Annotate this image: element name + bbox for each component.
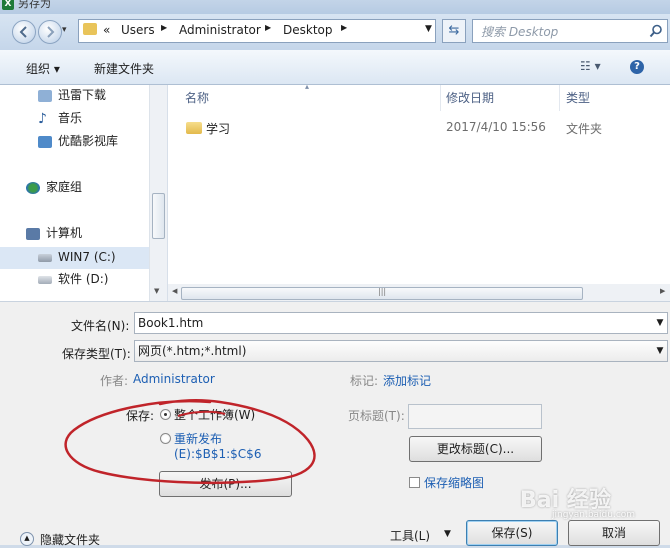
sidebar-item-label: 迅雷下载: [58, 88, 107, 102]
computer-icon: [26, 227, 40, 240]
navigation-pane: 迅雷下载 ♪ 音乐 优酷影视库 家庭组 计算机 WIN7 (C:) 软件 (D:): [0, 85, 166, 301]
folder-icon: [83, 23, 97, 35]
annotation-circle: [64, 399, 316, 485]
hide-folders-button[interactable]: 隐藏文件夹: [40, 531, 100, 548]
sidebar-item-thunder-download[interactable]: 迅雷下载: [38, 85, 106, 105]
sidebar-item-youku[interactable]: 优酷影视库: [38, 131, 118, 151]
file-name: 学习: [206, 122, 231, 136]
author-label: 作者:: [100, 374, 129, 388]
new-folder-button[interactable]: 新建文件夹: [94, 60, 154, 77]
scrollbar-thumb[interactable]: |||: [181, 287, 583, 300]
title-bar: [0, 0, 670, 14]
forward-arrow-icon: [47, 26, 55, 38]
recent-pages-icon[interactable]: ▾: [62, 25, 67, 35]
file-date: 2017/4/10 15:56: [446, 120, 546, 134]
column-header-date[interactable]: 修改日期: [446, 85, 494, 111]
refresh-icon: ⇆: [448, 23, 460, 38]
scroll-left-icon[interactable]: ◀: [172, 287, 177, 295]
organize-button[interactable]: 组织 ▾: [26, 60, 60, 77]
chevron-down-icon[interactable]: ▼: [655, 313, 665, 333]
watermark-url: jingyan.baidu.com: [552, 510, 636, 520]
sidebar-item-label: WIN7 (C:): [58, 250, 116, 264]
file-type: 文件夹: [566, 122, 603, 136]
tools-menu[interactable]: 工具(L): [390, 527, 430, 544]
filetype-label: 保存类型(T):: [62, 347, 131, 361]
cancel-button[interactable]: 取消: [568, 520, 660, 546]
chevron-right-icon[interactable]: ▶: [265, 23, 271, 32]
view-options-icon[interactable]: ☷ ▾: [580, 59, 601, 73]
address-segment-administrator[interactable]: Administrator: [179, 23, 261, 37]
filetype-value: 网页(*.htm;*.html): [138, 344, 247, 358]
excel-icon: X: [2, 0, 14, 10]
page-title-field[interactable]: [408, 404, 542, 429]
window-title: 另存为: [18, 0, 51, 10]
navigation-scrollbar[interactable]: ▼: [149, 85, 167, 301]
column-header-type[interactable]: 类型: [566, 85, 590, 111]
sidebar-item-label: 优酷影视库: [58, 134, 119, 148]
tools-dropdown-icon[interactable]: ▼: [444, 529, 451, 539]
grip-icon: |||: [378, 287, 387, 296]
chevron-down-icon[interactable]: ▼: [655, 341, 665, 361]
filename-label: 文件名(N):: [71, 319, 130, 333]
folder-icon: [186, 122, 202, 134]
drive-icon: [38, 275, 52, 284]
search-icon[interactable]: [649, 24, 663, 38]
sidebar-item-label: 家庭组: [46, 180, 83, 194]
page-title-label: 页标题(T):: [348, 409, 405, 423]
column-divider[interactable]: [559, 85, 560, 111]
sidebar-item-label: 软件 (D:): [58, 272, 109, 286]
tags-label: 标记:: [350, 374, 379, 388]
column-header-name[interactable]: 名称: [185, 85, 209, 111]
search-input[interactable]: 搜索 Desktop: [481, 23, 558, 40]
address-overflow[interactable]: «: [103, 23, 110, 37]
save-button[interactable]: 保存(S): [466, 520, 558, 546]
drive-icon: [38, 253, 52, 262]
scroll-right-icon[interactable]: ▶: [660, 287, 665, 295]
chevron-right-icon[interactable]: ▶: [341, 23, 347, 32]
address-segment-desktop[interactable]: Desktop: [283, 23, 333, 37]
author-value[interactable]: Administrator: [133, 372, 215, 386]
help-icon[interactable]: ?: [630, 60, 644, 74]
sidebar-item-computer[interactable]: 计算机: [26, 223, 82, 243]
sidebar-item-label: 音乐: [58, 111, 83, 125]
sort-ascending-icon: ▴: [305, 82, 310, 91]
search-box[interactable]: 搜索 Desktop: [472, 19, 668, 43]
address-segment-users[interactable]: Users: [121, 23, 155, 37]
change-title-button[interactable]: 更改标题(C)...: [409, 436, 542, 462]
sidebar-item-music[interactable]: ♪ 音乐: [38, 108, 82, 128]
filename-value: Book1.htm: [138, 316, 204, 330]
tags-link[interactable]: 添加标记: [383, 372, 431, 389]
sidebar-item-label: 计算机: [46, 226, 83, 240]
scrollbar-thumb[interactable]: [152, 193, 165, 239]
chevron-right-icon[interactable]: ▶: [161, 23, 167, 32]
forward-button[interactable]: [38, 20, 62, 44]
sidebar-item-drive-c[interactable]: WIN7 (C:): [38, 247, 116, 267]
scroll-down-icon[interactable]: ▼: [154, 287, 159, 295]
refresh-button[interactable]: ⇆: [442, 19, 466, 43]
address-bar[interactable]: « Users ▶ Administrator ▶ Desktop ▶ ▼: [78, 19, 436, 43]
back-arrow-icon: [19, 26, 27, 38]
column-divider[interactable]: [440, 85, 441, 111]
save-thumbnail-checkbox[interactable]: [409, 477, 420, 488]
homegroup-icon: [26, 181, 40, 194]
save-thumbnail-label[interactable]: 保存缩略图: [424, 474, 484, 491]
sidebar-item-homegroup[interactable]: 家庭组: [26, 177, 82, 197]
video-library-icon: [38, 135, 52, 148]
filetype-select[interactable]: 网页(*.htm;*.html) ▼: [134, 340, 668, 362]
back-button[interactable]: [12, 20, 36, 44]
address-dropdown-icon[interactable]: ▼: [425, 24, 432, 34]
filename-field[interactable]: Book1.htm ▼: [134, 312, 668, 334]
table-row[interactable]: 学习 2017/4/10 15:56 文件夹: [182, 118, 662, 138]
sidebar-item-drive-d[interactable]: 软件 (D:): [38, 269, 108, 289]
download-icon: [38, 89, 52, 102]
music-icon: ♪: [38, 110, 47, 127]
